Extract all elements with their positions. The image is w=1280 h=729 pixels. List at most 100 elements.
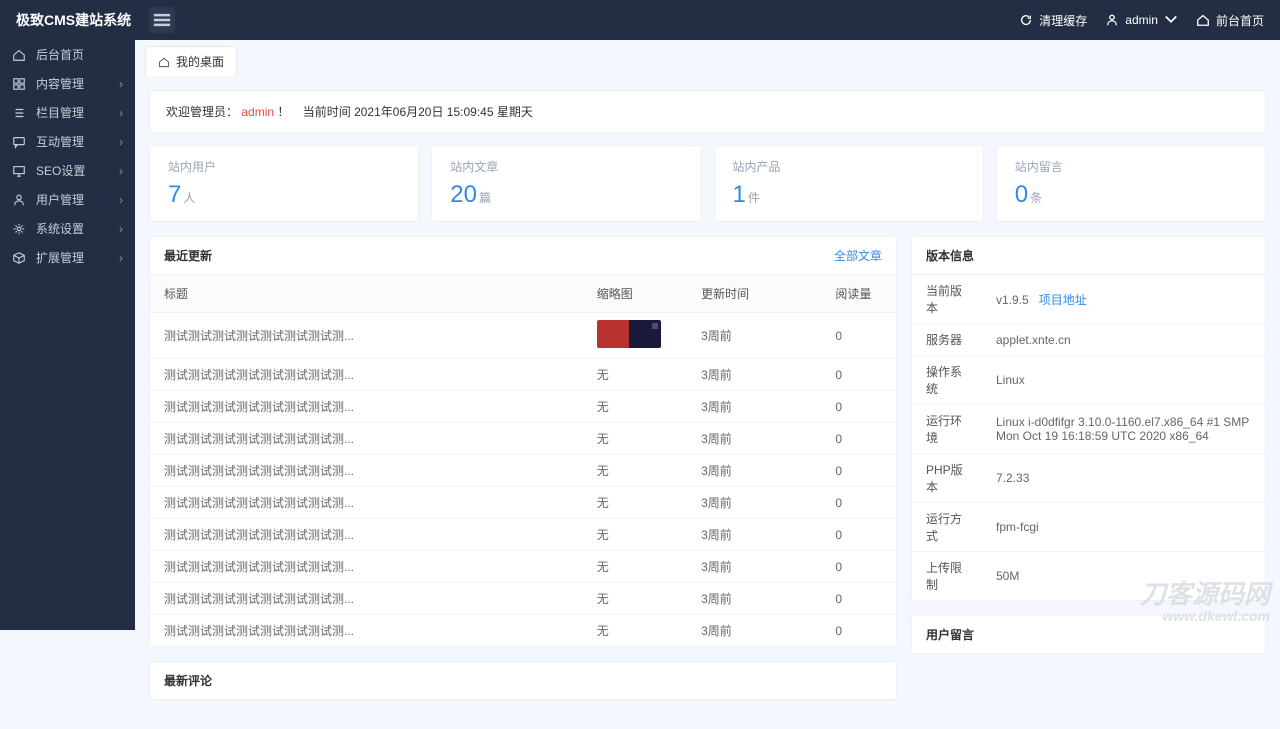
sidebar-item-5[interactable]: 用户管理› — [0, 185, 135, 214]
sidebar-item-7[interactable]: 扩展管理› — [0, 243, 135, 272]
chevron-right-icon: › — [119, 77, 123, 91]
grid-icon — [12, 77, 26, 91]
sidebar-item-label: SEO设置 — [36, 162, 85, 179]
col-reads: 阅读量 — [821, 275, 896, 313]
chat-icon — [12, 135, 26, 149]
cell-reads: 0 — [821, 551, 896, 583]
table-row[interactable]: 测试测试测试测试测试测试测试测...无3周前0 — [150, 455, 896, 487]
stat-unit: 件 — [748, 191, 760, 205]
main: 我的桌面 欢迎管理员： admin ！ 当前时间 2021年06月20日 15:… — [135, 40, 1280, 729]
clear-cache-button[interactable]: 清理缓存 — [1019, 12, 1087, 29]
cell-thumb: 无 — [583, 487, 687, 519]
cell-time: 3周前 — [687, 615, 821, 647]
sidebar-item-6[interactable]: 系统设置› — [0, 214, 135, 243]
table-row[interactable]: 测试测试测试测试测试测试测试测...无3周前0 — [150, 487, 896, 519]
chevron-right-icon: › — [119, 251, 123, 265]
sidebar-item-2[interactable]: 栏目管理› — [0, 98, 135, 127]
cell-title: 测试测试测试测试测试测试测试测... — [150, 487, 583, 519]
info-val: 7.2.33 — [982, 454, 1265, 503]
cell-title: 测试测试测试测试测试测试测试测... — [150, 615, 583, 647]
menu-icon — [149, 7, 175, 33]
info-val: applet.xnte.cn — [982, 324, 1265, 356]
tabbar: 我的桌面 — [135, 40, 1280, 76]
cell-reads: 0 — [821, 583, 896, 615]
table-row[interactable]: 测试测试测试测试测试测试测试测...无3周前0 — [150, 615, 896, 647]
stat-label: 站内产品 — [733, 158, 965, 175]
user-menu[interactable]: admin — [1105, 13, 1178, 27]
stat-unit: 篇 — [479, 191, 491, 205]
cell-time: 3周前 — [687, 583, 821, 615]
monitor-icon — [12, 164, 26, 178]
sidebar-item-label: 系统设置 — [36, 220, 84, 237]
info-key: 服务器 — [912, 324, 982, 356]
cell-reads: 0 — [821, 455, 896, 487]
cell-reads: 0 — [821, 487, 896, 519]
cell-time: 3周前 — [687, 487, 821, 519]
refresh-icon — [1019, 13, 1033, 27]
cell-reads: 0 — [821, 391, 896, 423]
table-row[interactable]: 测试测试测试测试测试测试测试测...无3周前0 — [150, 423, 896, 455]
cell-reads: 0 — [821, 519, 896, 551]
guestbook-head: 用户留言 — [912, 616, 1265, 654]
recent-table: 标题 缩略图 更新时间 阅读量 测试测试测试测试测试测试测试测...3周前0测试… — [150, 275, 896, 646]
tab-desktop[interactable]: 我的桌面 — [145, 46, 237, 76]
info-row: 操作系统Linux — [912, 356, 1265, 405]
cell-thumb: 无 — [583, 551, 687, 583]
cell-time: 3周前 — [687, 391, 821, 423]
cell-title: 测试测试测试测试测试测试测试测... — [150, 455, 583, 487]
content: 欢迎管理员： admin ！ 当前时间 2021年06月20日 15:09:45… — [135, 76, 1280, 729]
col-thumb: 缩略图 — [583, 275, 687, 313]
stat-label: 站内文章 — [450, 158, 682, 175]
table-row[interactable]: 测试测试测试测试测试测试测试测...无3周前0 — [150, 583, 896, 615]
cell-title: 测试测试测试测试测试测试测试测... — [150, 583, 583, 615]
welcome-banner: 欢迎管理员： admin ！ 当前时间 2021年06月20日 15:09:45… — [149, 90, 1266, 133]
info-val: Linux — [982, 356, 1265, 405]
project-link[interactable]: 项目地址 — [1039, 293, 1087, 307]
stat-value: 0条 — [1015, 181, 1247, 209]
stats-row: 站内用户7人站内文章20篇站内产品1件站内留言0条 — [149, 145, 1266, 222]
stat-unit: 人 — [183, 191, 195, 205]
all-articles-link[interactable]: 全部文章 — [834, 247, 882, 264]
cube-icon — [12, 251, 26, 265]
table-row[interactable]: 测试测试测试测试测试测试测试测...无3周前0 — [150, 551, 896, 583]
sidebar-item-label: 内容管理 — [36, 75, 84, 92]
chevron-right-icon: › — [119, 135, 123, 149]
version-table: 当前版本v1.9.5项目地址服务器applet.xnte.cn操作系统Linux… — [912, 275, 1265, 600]
table-row[interactable]: 测试测试测试测试测试测试测试测...无3周前0 — [150, 359, 896, 391]
info-row: 运行环境Linux i-d0dfifgr 3.10.0-1160.el7.x86… — [912, 405, 1265, 454]
menu-toggle[interactable] — [149, 7, 175, 33]
sidebar-item-4[interactable]: SEO设置› — [0, 156, 135, 185]
info-row: 上传限制50M — [912, 552, 1265, 601]
info-row: PHP版本7.2.33 — [912, 454, 1265, 503]
cell-title: 测试测试测试测试测试测试测试测... — [150, 359, 583, 391]
cell-reads: 0 — [821, 313, 896, 359]
recent-title: 最近更新 — [164, 247, 212, 264]
welcome-suffix: ！ — [277, 105, 289, 119]
table-row[interactable]: 测试测试测试测试测试测试测试测...3周前0 — [150, 313, 896, 359]
info-row: 当前版本v1.9.5项目地址 — [912, 275, 1265, 324]
info-row: 运行方式fpm-fcgi — [912, 503, 1265, 552]
chevron-right-icon: › — [119, 106, 123, 120]
sidebar-item-0[interactable]: 后台首页 — [0, 40, 135, 69]
thumbnail-image — [597, 320, 661, 348]
info-key: 当前版本 — [912, 275, 982, 324]
comments-card: 最新评论 — [149, 661, 897, 701]
sidebar-item-1[interactable]: 内容管理 › — [0, 69, 135, 98]
table-row[interactable]: 测试测试测试测试测试测试测试测...无3周前0 — [150, 391, 896, 423]
version-title: 版本信息 — [926, 247, 974, 264]
sidebar-item-3[interactable]: 互动管理› — [0, 127, 135, 156]
stat-value: 1件 — [733, 181, 965, 209]
topbar: 极致CMS建站系统 清理缓存 admin 前台首页 — [0, 0, 1280, 40]
table-row[interactable]: 测试测试测试测试测试测试测试测...无3周前0 — [150, 519, 896, 551]
recent-head: 最近更新 全部文章 — [150, 237, 896, 275]
guestbook-card: 用户留言 — [911, 615, 1266, 655]
stat-card-3: 站内留言0条 — [996, 145, 1266, 222]
cell-thumb: 无 — [583, 423, 687, 455]
front-link[interactable]: 前台首页 — [1196, 12, 1264, 29]
cell-thumb: 无 — [583, 583, 687, 615]
home-icon — [12, 48, 26, 62]
cell-title: 测试测试测试测试测试测试测试测... — [150, 391, 583, 423]
guestbook-title: 用户留言 — [926, 626, 974, 643]
cell-thumb: 无 — [583, 455, 687, 487]
cell-thumb: 无 — [583, 615, 687, 647]
